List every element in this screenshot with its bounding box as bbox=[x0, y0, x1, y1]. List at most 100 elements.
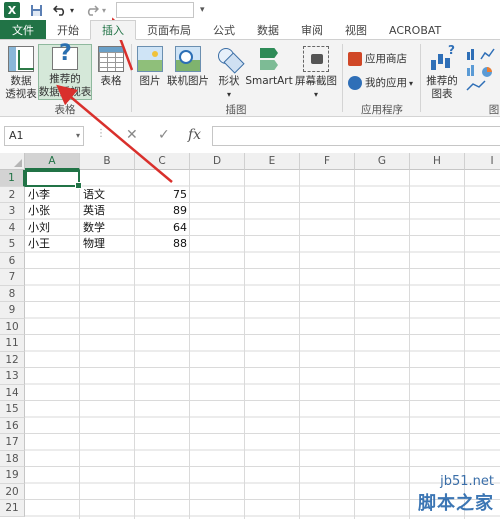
watermark-name: 脚本之家 bbox=[418, 493, 494, 514]
pivot-table-button[interactable]: 数据 透视表 bbox=[4, 46, 38, 101]
pictures-label: 图片 bbox=[139, 75, 161, 87]
app-store-label: 应用商店 bbox=[365, 52, 407, 65]
worksheet: A B C D E F G H I 1 2 3 4 5 6 7 8 9 10 1… bbox=[0, 153, 500, 519]
redo-icon[interactable] bbox=[84, 2, 100, 18]
customize-toolbar-icon[interactable]: ▾ bbox=[200, 5, 205, 15]
recommended-charts-button[interactable]: 推荐的 图表 bbox=[424, 44, 460, 101]
table-label: 表格 bbox=[100, 75, 122, 87]
column-header[interactable]: I bbox=[465, 153, 500, 170]
cell[interactable]: 数学 bbox=[80, 220, 135, 237]
row-header[interactable]: 15 bbox=[0, 401, 25, 418]
recommended-pivot-table-icon: ? bbox=[52, 43, 78, 70]
column-header[interactable]: D bbox=[190, 153, 245, 170]
row-header[interactable]: 9 bbox=[0, 302, 25, 319]
tab-file[interactable]: 文件 bbox=[0, 20, 46, 40]
tab-home[interactable]: 开始 bbox=[46, 20, 90, 40]
pictures-button[interactable]: 图片 bbox=[136, 46, 164, 88]
cell[interactable]: 英语 bbox=[80, 203, 135, 220]
screenshot-button[interactable]: 屏幕截图 ▾ bbox=[294, 46, 338, 101]
tab-view[interactable]: 视图 bbox=[334, 20, 378, 40]
column-header[interactable]: H bbox=[410, 153, 465, 170]
pivot-table-icon bbox=[8, 46, 34, 72]
cell-grid[interactable]: 小李 语文 75 小张 英语 89 小刘 数学 64 小王 物理 88 bbox=[25, 170, 500, 519]
cell[interactable]: 89 bbox=[135, 203, 190, 220]
my-apps-label: 我的应用 bbox=[365, 76, 407, 89]
table-row: 小李 语文 75 bbox=[25, 187, 190, 204]
column-header[interactable]: C bbox=[135, 153, 190, 170]
redo-dropdown-icon[interactable]: ▾ bbox=[100, 2, 108, 18]
smartart-button[interactable]: SmartArt bbox=[245, 46, 293, 88]
recommended-pivot-table-button[interactable]: ? 推荐的 数据透视表 bbox=[38, 43, 92, 100]
row-header[interactable]: 19 bbox=[0, 467, 25, 484]
screenshot-label: 屏幕截图 bbox=[295, 75, 337, 87]
cell[interactable]: 75 bbox=[135, 187, 190, 204]
formula-input[interactable] bbox=[212, 126, 500, 146]
app-store-button[interactable]: 应用商店 bbox=[348, 52, 407, 66]
cell[interactable]: 语文 bbox=[80, 187, 135, 204]
row-header[interactable]: 21 bbox=[0, 500, 25, 517]
my-apps-button[interactable]: 我的应用 ▾ bbox=[348, 76, 413, 90]
tab-insert[interactable]: 插入 bbox=[90, 20, 136, 40]
column-header[interactable]: B bbox=[80, 153, 135, 170]
cell[interactable]: 小李 bbox=[25, 187, 80, 204]
charts-group-label: 图 bbox=[488, 104, 500, 116]
cell[interactable]: 小刘 bbox=[25, 220, 80, 237]
online-pictures-button[interactable]: 联机图片 bbox=[166, 46, 210, 88]
row-header[interactable]: 18 bbox=[0, 450, 25, 467]
name-box-dropdown-icon[interactable]: ▾ bbox=[76, 127, 80, 145]
recommended-pivot-label-2: 数据透视表 bbox=[38, 86, 92, 98]
row-header[interactable]: 1 bbox=[0, 170, 25, 187]
tab-page-layout[interactable]: 页面布局 bbox=[136, 20, 202, 40]
select-all-button[interactable] bbox=[0, 153, 25, 170]
name-box[interactable]: A1 ▾ bbox=[4, 126, 84, 146]
column-header[interactable]: G bbox=[355, 153, 410, 170]
tab-acrobat[interactable]: ACROBAT bbox=[378, 20, 452, 40]
illustrations-group-label: 插图 bbox=[225, 104, 247, 116]
tab-review[interactable]: 审阅 bbox=[290, 20, 334, 40]
row-header[interactable]: 16 bbox=[0, 417, 25, 434]
quick-access-input[interactable] bbox=[116, 2, 194, 18]
screenshot-icon bbox=[303, 46, 329, 72]
cell[interactable]: 88 bbox=[135, 236, 190, 253]
shapes-button[interactable]: 形状 ▾ bbox=[214, 46, 244, 101]
cell[interactable]: 小张 bbox=[25, 203, 80, 220]
tables-group-label: 表格 bbox=[54, 104, 76, 116]
undo-dropdown-icon[interactable]: ▾ bbox=[68, 2, 76, 18]
row-header[interactable]: 5 bbox=[0, 236, 25, 253]
row-header[interactable]: 10 bbox=[0, 318, 25, 335]
enter-icon[interactable]: ✓ bbox=[158, 127, 170, 143]
column-header[interactable]: E bbox=[245, 153, 300, 170]
tab-formulas[interactable]: 公式 bbox=[202, 20, 246, 40]
undo-icon[interactable] bbox=[52, 2, 68, 18]
cell[interactable]: 小王 bbox=[25, 236, 80, 253]
shapes-dropdown-icon: ▾ bbox=[226, 90, 231, 99]
row-header[interactable]: 12 bbox=[0, 351, 25, 368]
chart-types-button[interactable] bbox=[464, 46, 498, 92]
cell[interactable]: 64 bbox=[135, 220, 190, 237]
recommended-chart-icon bbox=[429, 44, 455, 72]
row-header[interactable]: 2 bbox=[0, 186, 25, 203]
column-header[interactable]: F bbox=[300, 153, 355, 170]
insert-function-icon[interactable]: fx bbox=[188, 127, 201, 143]
row-header[interactable]: 20 bbox=[0, 483, 25, 500]
active-cell-a1[interactable] bbox=[25, 170, 82, 188]
row-header[interactable]: 3 bbox=[0, 203, 25, 220]
row-header[interactable]: 6 bbox=[0, 252, 25, 269]
column-header[interactable]: A bbox=[25, 153, 80, 170]
row-header[interactable]: 17 bbox=[0, 434, 25, 451]
save-icon[interactable] bbox=[28, 2, 44, 18]
row-header[interactable]: 13 bbox=[0, 368, 25, 385]
row-header[interactable]: 8 bbox=[0, 285, 25, 302]
smartart-label: SmartArt bbox=[245, 75, 293, 87]
cell[interactable]: 物理 bbox=[80, 236, 135, 253]
shapes-icon bbox=[216, 46, 242, 72]
cancel-icon[interactable]: ✕ bbox=[126, 127, 138, 143]
tab-data[interactable]: 数据 bbox=[246, 20, 290, 40]
row-header[interactable]: 7 bbox=[0, 269, 25, 286]
ribbon-tabs: 文件 开始 插入 页面布局 公式 数据 审阅 视图 ACROBAT bbox=[0, 20, 500, 40]
column-headers: A B C D E F G H I bbox=[25, 153, 500, 170]
row-header[interactable]: 11 bbox=[0, 335, 25, 352]
row-header[interactable]: 14 bbox=[0, 384, 25, 401]
row-header[interactable]: 4 bbox=[0, 219, 25, 236]
table-button[interactable]: 表格 bbox=[94, 46, 128, 88]
